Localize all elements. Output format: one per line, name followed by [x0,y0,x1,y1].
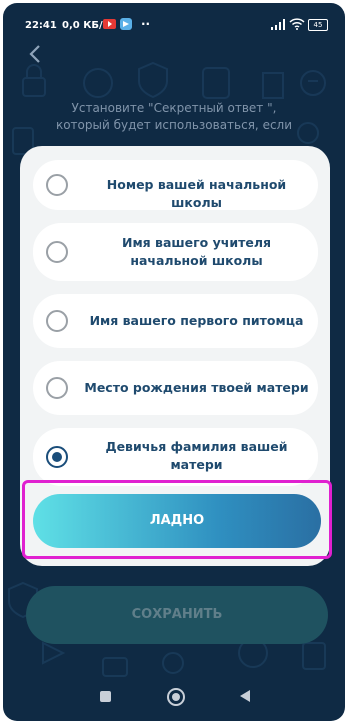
option-primary-school-number[interactable]: Номер вашей начальной школы [33,160,318,210]
option-label: Имя вашего первого питомца [89,313,304,328]
home-icon[interactable] [167,688,185,706]
more-notifications-icon: ·· [141,17,151,31]
option-first-pet-name[interactable]: Имя вашего первого питомца [33,294,318,348]
instruction-text: Установите "Секретный ответ ", который б… [55,101,293,132]
signal-icon [271,19,285,30]
status-time: 22:41 [25,20,57,31]
save-button[interactable]: СОХРАНИТЬ [26,586,328,644]
radio-button-selected[interactable] [46,446,68,468]
option-label: Место рождения твоей матери [84,380,309,395]
status-network-speed: 0,0 КБ/с [62,20,109,31]
wifi-icon [289,18,305,30]
back-arrow-icon[interactable] [25,43,47,65]
phone-screen: 22:41 0,0 КБ/с ·· 45 Установите "Секретн… [3,3,345,721]
option-label: Номер вашей начальной школы [106,177,287,210]
radio-button[interactable] [46,174,68,196]
radio-button[interactable] [46,241,68,263]
option-label: Имя вашего учителя начальной школы [121,235,272,268]
status-bar: 22:41 0,0 КБ/с ·· 45 [3,3,345,43]
option-mother-birthplace[interactable]: Место рождения твоей матери [33,361,318,415]
radio-button[interactable] [46,377,68,399]
battery-icon: 45 [308,19,328,31]
telegram-icon [120,18,132,30]
recent-apps-icon[interactable] [100,691,111,702]
option-teacher-name[interactable]: Имя вашего учителя начальной школы [33,223,318,281]
option-mother-maiden-name[interactable]: Девичья фамилия вашей матери [33,428,318,486]
youtube-icon [103,19,116,29]
radio-button[interactable] [46,310,68,332]
nav-back-icon[interactable] [240,690,250,702]
ok-button[interactable]: ЛАДНО [33,494,321,548]
option-label: Девичья фамилия вашей матери [105,439,288,472]
